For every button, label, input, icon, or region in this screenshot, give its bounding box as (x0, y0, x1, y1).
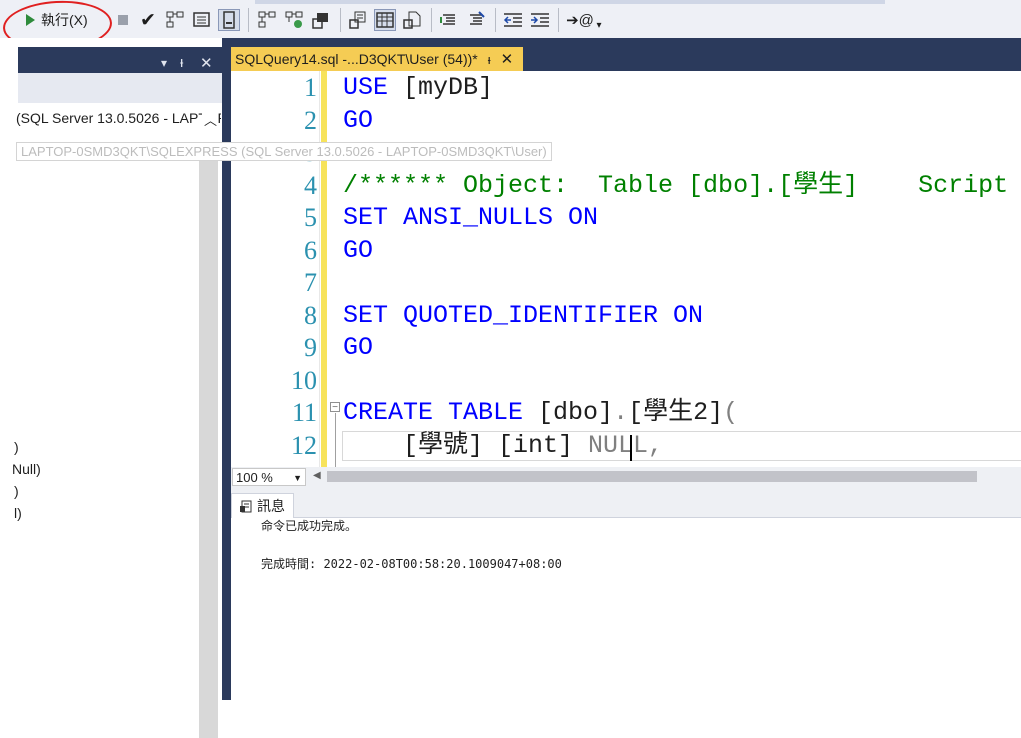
uncomment-icon[interactable] (465, 9, 487, 31)
toolbar-separator (248, 8, 249, 32)
toolbar-separator (431, 8, 432, 32)
object-explorer-scrollbar[interactable] (199, 158, 218, 738)
change-tracking-bar (321, 71, 327, 467)
server-tooltip: LAPTOP-0SMD3QKT\SQLEXPRESS (SQL Server 1… (16, 142, 552, 161)
toolbar-separator (495, 8, 496, 32)
results-tab-strip: 訊息 (231, 487, 1021, 518)
message-line: 完成時間: 2022-02-08T00:58:20.1009047+08:00 (261, 557, 562, 571)
editor-status-bar: 100 % ▼ ◀ (231, 467, 1021, 487)
client-statistics-icon[interactable] (310, 9, 332, 31)
increase-indent-icon[interactable] (529, 9, 551, 31)
toolbar-separator (558, 8, 559, 32)
code-text: /****** Object: Table [dbo].[學生] Script … (343, 170, 1021, 202)
code-text: GO (343, 105, 373, 137)
code-token: [int] (498, 430, 589, 460)
server-node-label: (SQL Server 13.0.5026 - LAPTOP-0SMD3QKT\… (16, 110, 221, 126)
code-token: USE (343, 73, 404, 102)
code-token: . (613, 398, 629, 427)
object-explorer-toolbar (18, 73, 222, 103)
results-to-text-icon[interactable] (347, 9, 369, 31)
code-token: [學生2] (628, 398, 724, 427)
line-number: 12 (291, 430, 317, 460)
line-number: 8 (304, 300, 317, 330)
code-text: SET ANSI_NULLS ON (343, 202, 598, 234)
scroll-left-icon[interactable]: ◀ (313, 470, 321, 481)
line-number: 11 (291, 398, 317, 427)
messages-pane: 命令已成功完成。 完成時間: 2022-02-08T00:58:20.10090… (231, 518, 1021, 700)
toolbar-separator (340, 8, 341, 32)
code-text: SET QUOTED_IDENTIFIER ON (343, 300, 703, 332)
code-editor[interactable]: 1USE [myDB]2GO34/****** Object: Table [d… (231, 71, 1021, 467)
panel-splitter[interactable] (222, 38, 231, 700)
messages-icon (240, 500, 252, 512)
gutter-divider (319, 71, 320, 467)
specify-template-values-icon[interactable]: ➔@ (566, 9, 594, 31)
toolbar-top-strip (255, 0, 885, 4)
message-line: 命令已成功完成。 (261, 519, 358, 533)
horizontal-scrollbar-thumb[interactable] (327, 471, 977, 482)
chevron-down-icon: ▼ (293, 473, 302, 483)
tree-item-fragment[interactable]: ) (14, 439, 19, 455)
outline-guide (335, 413, 336, 467)
close-icon[interactable]: ✕ (200, 54, 213, 72)
line-number: 4 (304, 170, 317, 200)
close-icon[interactable]: ✕ (501, 50, 514, 68)
code-token: GO (343, 333, 374, 362)
tree-item-fragment[interactable]: ) (14, 483, 19, 499)
line-number: 5 (304, 203, 317, 232)
code-token: SET ANSI_NULLS ON (343, 203, 599, 232)
collapse-icon[interactable]: − (330, 402, 340, 413)
parse-check-icon[interactable]: ✔ (137, 9, 159, 31)
results-to-file-icon[interactable] (401, 9, 423, 31)
tab-messages[interactable]: 訊息 (231, 493, 294, 518)
intellisense-icon[interactable] (218, 9, 240, 31)
tab-title: SQLQuery14.sql -...D3QKT\User (54))* (235, 51, 478, 67)
code-text: [學號] [int] NULL, (343, 430, 663, 462)
results-to-grid-icon[interactable] (374, 9, 396, 31)
tree-item-fragment[interactable]: l) (14, 505, 22, 521)
tree-item-fragment[interactable]: Null) (12, 461, 41, 477)
panel-dropdown-icon[interactable]: ▾ (161, 56, 167, 70)
toolbar-overflow-icon[interactable]: ▾ (594, 14, 604, 36)
line-number: 7 (304, 268, 317, 297)
toolbar: 執行(X) ✔ ➔@ ▾ (0, 0, 1021, 64)
tab-sqlquery14[interactable]: SQLQuery14.sql -...D3QKT\User (54))* ᵻ ✕ (231, 47, 524, 71)
live-query-stats-icon[interactable] (283, 9, 305, 31)
code-token: [學號] (343, 430, 499, 460)
pin-icon[interactable]: ᵻ (488, 52, 491, 67)
document-tab-strip: SQLQuery14.sql -...D3QKT\User (54))* ᵻ ✕ (231, 38, 1021, 71)
decrease-indent-icon[interactable] (502, 9, 524, 31)
chevron-up-icon[interactable]: ︿ (201, 110, 217, 129)
code-token: SET QUOTED_IDENTIFIER ON (343, 300, 704, 330)
code-text: GO (343, 235, 373, 267)
include-actual-plan-icon[interactable] (256, 9, 278, 31)
line-number: 9 (304, 333, 317, 362)
stop-icon[interactable] (112, 9, 134, 31)
pin-icon[interactable]: ᵻ (180, 54, 183, 71)
code-text: GO (343, 332, 373, 364)
code-text: USE [myDB] (343, 72, 493, 104)
server-node[interactable]: (SQL Server 13.0.5026 - LAPTOP-0SMD3QKT\… (16, 110, 221, 132)
code-text: CREATE TABLE [dbo].[學生2]( (343, 397, 738, 429)
display-estimated-plan-icon[interactable] (164, 9, 186, 31)
text-caret (630, 435, 632, 461)
code-token: NULL, (588, 430, 664, 460)
line-number: 10 (291, 365, 317, 395)
code-token: /****** Object: Table [dbo].[學生] Script … (343, 170, 1009, 200)
line-number: 1 (304, 73, 317, 102)
comment-icon[interactable] (438, 9, 460, 31)
zoom-select[interactable]: 100 % ▼ (232, 468, 306, 486)
query-options-icon[interactable] (191, 9, 213, 31)
object-explorer-panel: ▾ ᵻ ✕ (SQL Server 13.0.5026 - LAPTOP-0SM… (0, 38, 552, 738)
line-number: 2 (304, 105, 317, 135)
code-token: [myDB] (403, 73, 494, 102)
code-token: CREATE TABLE (343, 398, 539, 427)
zoom-value: 100 % (236, 470, 273, 485)
line-number: 6 (304, 235, 317, 265)
code-token: ( (723, 398, 739, 427)
code-token: [dbo] (538, 398, 614, 427)
code-token: GO (343, 105, 374, 135)
code-token: GO (343, 235, 374, 265)
messages-tab-label: 訊息 (257, 498, 285, 514)
